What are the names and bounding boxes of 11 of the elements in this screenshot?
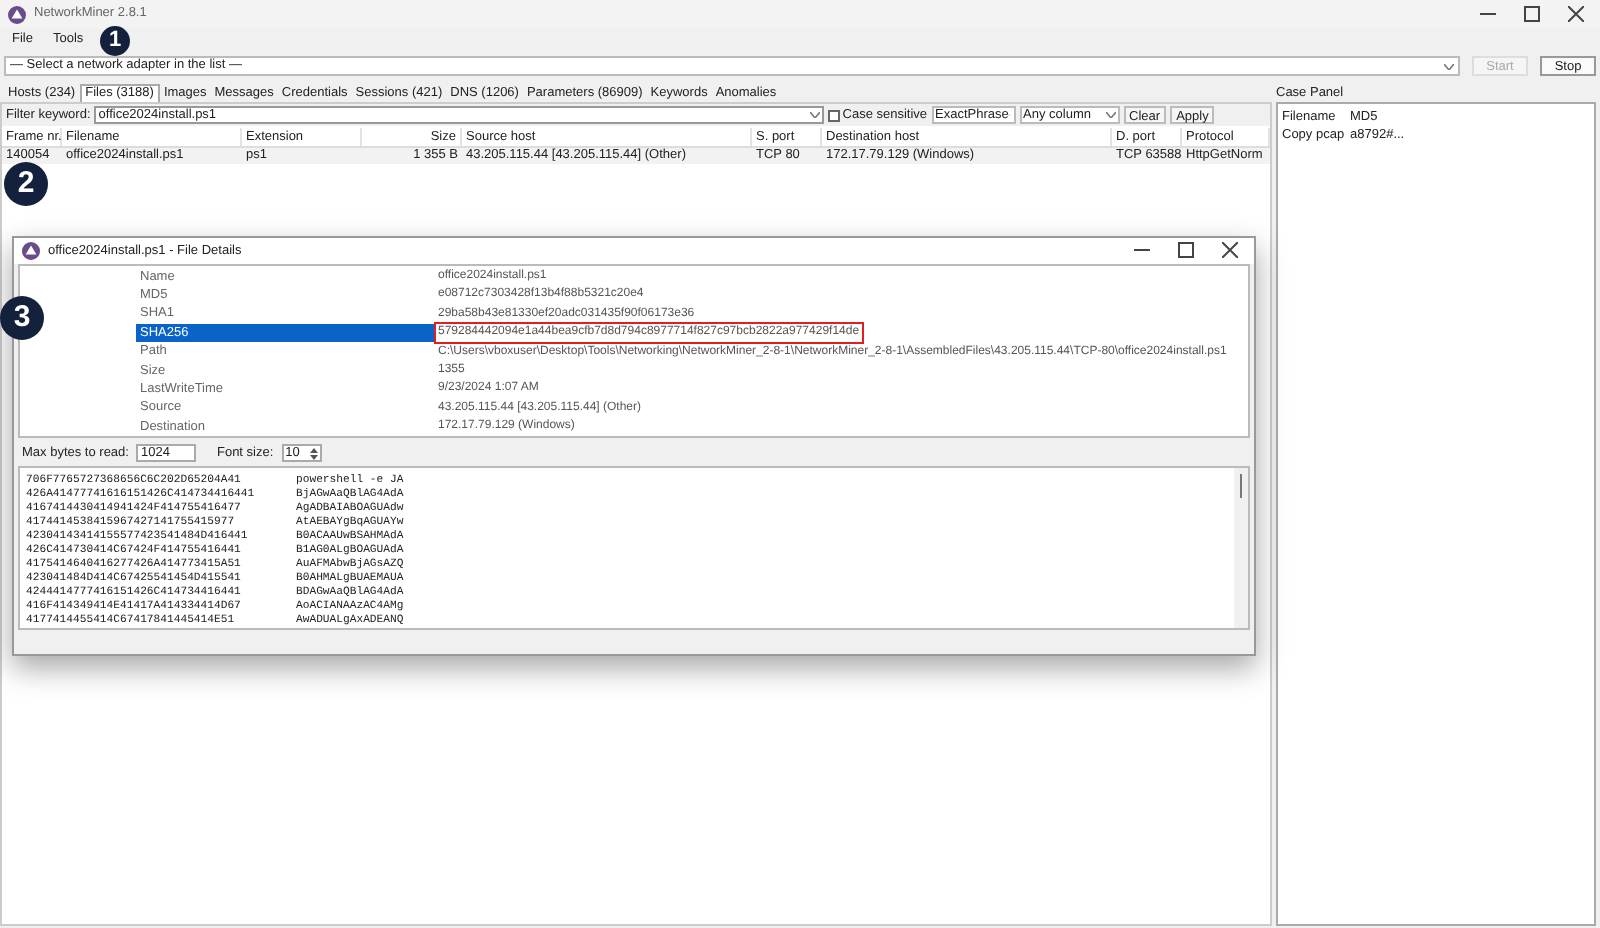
maximize-icon[interactable] [1178, 242, 1194, 259]
close-icon[interactable] [1568, 6, 1584, 22]
maximize-icon[interactable] [1524, 6, 1540, 22]
dropdown-caret-icon [810, 112, 821, 118]
dropdown-caret-icon [1444, 63, 1454, 69]
close-icon[interactable] [1222, 242, 1238, 259]
scrollbar[interactable] [1234, 468, 1248, 629]
app-logo-icon [8, 5, 26, 23]
callout-marker: 1 [100, 26, 130, 56]
dropdown-caret-icon [1105, 112, 1116, 118]
spinner-arrows-icon[interactable] [309, 447, 318, 460]
